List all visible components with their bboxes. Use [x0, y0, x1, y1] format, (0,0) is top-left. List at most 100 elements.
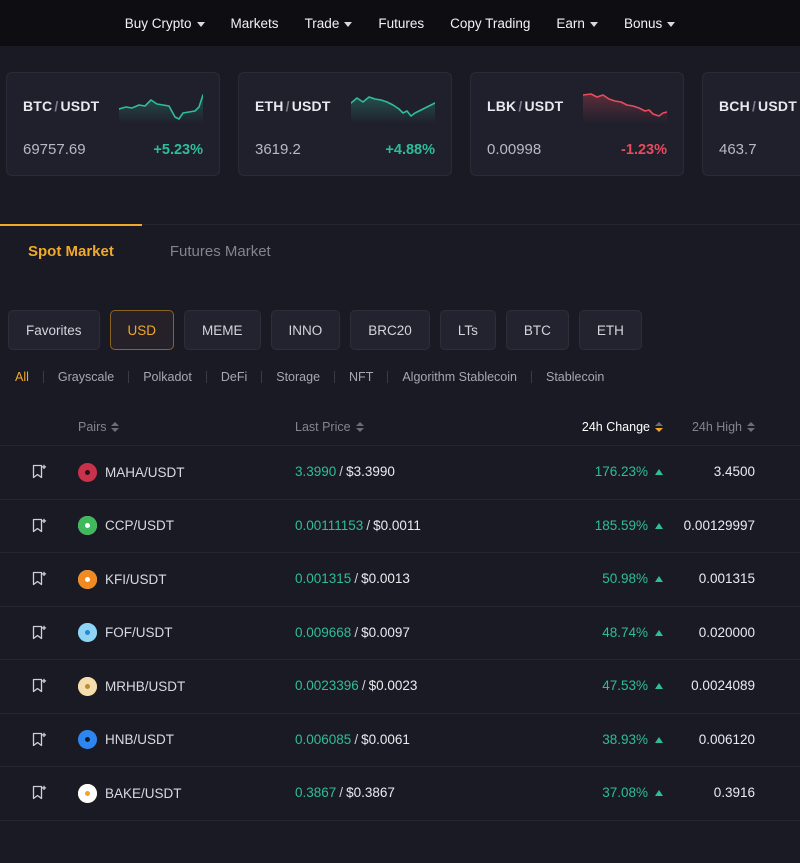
sort-descending-icon: [355, 427, 364, 432]
filter-chip-lts[interactable]: LTs: [439, 310, 496, 350]
change-cell: 37.08%: [525, 784, 663, 802]
bookmark-add-icon[interactable]: [32, 464, 47, 480]
nav-item-earn[interactable]: Earn: [556, 16, 598, 31]
ticker-card-eth[interactable]: ETH / USDT 3619.2 +4.88%: [238, 72, 452, 176]
ticker-card-bch[interactable]: BCH / USDT 463.7: [702, 72, 800, 176]
sector-filter-defi[interactable]: DeFi: [207, 370, 261, 384]
nav-item-bonus[interactable]: Bonus: [624, 16, 676, 31]
nav-item-markets[interactable]: Markets: [231, 16, 279, 31]
filter-chip-brc20[interactable]: BRC20: [350, 310, 430, 350]
pair-cell: BAKE/USDT: [78, 783, 295, 803]
bookmark-add-icon[interactable]: [32, 785, 47, 801]
column-label: Last Price: [295, 419, 351, 434]
nav-item-trade[interactable]: Trade: [305, 16, 353, 31]
ticker-base-symbol: BTC: [23, 98, 53, 114]
pair-cell: FOF/USDT: [78, 623, 295, 643]
filter-chip-btc[interactable]: BTC: [505, 310, 569, 350]
last-price-cell: 0.3867/$0.3867: [295, 784, 525, 802]
change-percent-value: 37.08%: [602, 785, 648, 801]
tab-futures-market[interactable]: Futures Market: [142, 224, 299, 274]
ticker-card-lbk[interactable]: LBK / USDT 0.00998 -1.23%: [470, 72, 684, 176]
filter-chip-eth[interactable]: ETH: [578, 310, 642, 350]
high-price-value: 0.006120: [698, 731, 755, 747]
filter-chip-inno[interactable]: INNO: [270, 310, 341, 350]
bookmark-add-icon[interactable]: [32, 732, 47, 748]
bookmark-add-icon[interactable]: [32, 678, 47, 694]
price-separator: /: [366, 517, 371, 533]
filter-chip-meme[interactable]: MEME: [184, 310, 261, 350]
column-sort-24h-change[interactable]: 24h Change: [582, 420, 663, 434]
ticker-base-symbol: ETH: [255, 98, 284, 114]
high-cell: 3.4500: [663, 463, 755, 481]
filter-chip-favorites[interactable]: Favorites: [8, 310, 100, 350]
sector-filter-grayscale[interactable]: Grayscale: [44, 370, 128, 384]
nav-item-buy-crypto[interactable]: Buy Crypto: [125, 16, 205, 31]
nav-item-label: Futures: [378, 15, 425, 31]
ticker-pair-label: BTC / USDT: [23, 98, 99, 114]
market-type-tabs: Spot Market Futures Market: [0, 224, 800, 274]
column-sort-last-price[interactable]: Last Price: [295, 420, 364, 434]
table-row[interactable]: MAHA/USDT 3.3990/$3.3990 176.23% 3.4500: [0, 446, 800, 500]
table-row[interactable]: CCP/USDT 0.00111153/$0.0011 185.59% 0.00129…: [0, 500, 800, 553]
nav-item-label: Earn: [556, 15, 585, 31]
last-price-cell: 3.3990/$3.3990: [295, 463, 525, 481]
price-separator: /: [361, 678, 366, 694]
quote-currency-filter-chips: Favorites USD MEME INNO BRC20 LTs BTC ETH: [0, 274, 800, 350]
bookmark-add-icon[interactable]: [32, 625, 47, 641]
change-cell: 47.53%: [525, 677, 663, 695]
last-price-usd: $0.0011: [373, 517, 421, 533]
last-price-usd: $0.0061: [361, 731, 410, 747]
ticker-card-head: BTC / USDT: [23, 89, 203, 123]
maha-coin-icon: [78, 462, 97, 482]
header-cell-last-price: Last Price: [295, 418, 525, 436]
price-separator: /: [339, 464, 344, 480]
table-row[interactable]: KFI/USDT 0.001315/$0.0013 50.98% 0.001315: [0, 553, 800, 607]
change-percent-value: 47.53%: [602, 678, 648, 694]
high-cell: 0.0024089: [663, 677, 755, 695]
pair-cell: MRHB/USDT: [78, 676, 295, 696]
sort-ascending-icon: [747, 421, 755, 426]
table-row[interactable]: MRHB/USDT 0.0023396/$0.0023 47.53% 0.002408…: [0, 660, 800, 714]
column-sort-pairs[interactable]: Pairs: [78, 419, 120, 434]
change-cell: 38.93%: [525, 731, 663, 749]
price-separator: /: [354, 624, 359, 640]
sector-filter-algorithm-stablecoin[interactable]: Algorithm Stablecoin: [388, 370, 531, 384]
sector-filter-stablecoin[interactable]: Stablecoin: [532, 370, 618, 384]
sector-filter-nft[interactable]: NFT: [335, 370, 387, 384]
pair-symbol: HNB/USDT: [105, 732, 175, 748]
sector-filter-polkadot[interactable]: Polkadot: [129, 370, 206, 384]
last-price-cell: 0.0023396/$0.0023: [295, 677, 525, 695]
table-row[interactable]: BAKE/USDT 0.3867/$0.3867 37.08% 0.3916: [0, 767, 800, 821]
last-price-value: 0.3867: [295, 785, 337, 801]
bookmark-add-icon[interactable]: [32, 518, 47, 534]
ticker-card-btc[interactable]: BTC / USDT 69757.69 +5.23%: [6, 72, 220, 176]
column-sort-24h-high[interactable]: 24h High: [692, 420, 755, 434]
chevron-down-icon: [344, 21, 353, 27]
ticker-card-foot: 463.7: [719, 141, 800, 158]
column-label: Pairs: [78, 419, 107, 434]
nav-item-label: Copy Trading: [450, 15, 531, 31]
table-row[interactable]: FOF/USDT 0.009668/$0.0097 48.74% 0.020000: [0, 607, 800, 660]
sector-filter-all[interactable]: All: [8, 370, 43, 384]
ticker-pair-label: ETH / USDT: [255, 98, 331, 114]
ticker-pair-separator: /: [285, 98, 290, 114]
nav-item-copy-trading[interactable]: Copy Trading: [450, 16, 530, 31]
tab-spot-market[interactable]: Spot Market: [0, 224, 142, 274]
header-cell-24h-high: 24h High: [663, 418, 755, 436]
header-cell-24h-change: 24h Change: [525, 418, 663, 436]
bookmark-add-icon[interactable]: [32, 571, 47, 587]
last-price-usd: $0.3867: [346, 785, 395, 801]
sector-filter-storage[interactable]: Storage: [262, 370, 334, 384]
ticker-pair-separator: /: [751, 98, 757, 114]
ticker-card-head: BCH / USDT: [719, 89, 800, 123]
trend-up-icon: [655, 629, 663, 636]
sort-arrows-icon: [111, 421, 120, 432]
nav-item-futures[interactable]: Futures: [378, 16, 424, 31]
price-separator: /: [354, 731, 359, 747]
markets-table: Pairs Last Price 24h Change 24h High MAHA/U…: [0, 408, 800, 821]
ticker-change-percent: -1.23%: [621, 142, 667, 158]
favorite-cell: [0, 678, 78, 694]
table-row[interactable]: HNB/USDT 0.006085/$0.0061 38.93% 0.006120: [0, 714, 800, 767]
filter-chip-usd[interactable]: USD: [109, 310, 175, 350]
ticker-pair-separator: /: [518, 98, 523, 114]
